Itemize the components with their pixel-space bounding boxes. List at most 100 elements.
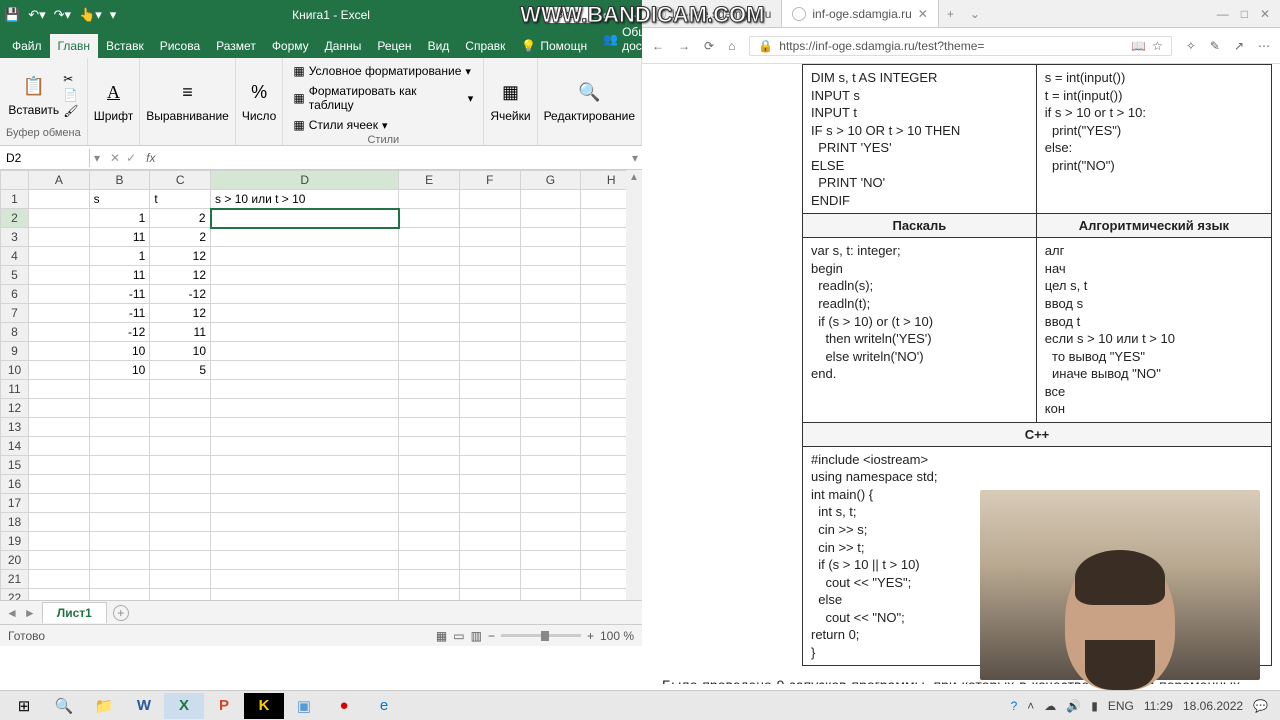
cell-E14[interactable] [399,437,460,456]
sheet-nav-prev-icon[interactable]: ◄ [6,606,18,620]
cell-A4[interactable] [29,247,90,266]
cell-B19[interactable] [89,532,150,551]
explorer-icon[interactable]: 📁 [84,693,124,719]
app-icon[interactable]: ▣ [284,693,324,719]
cell-G3[interactable] [520,228,581,247]
row-header[interactable]: 20 [1,551,29,570]
sheet-tab[interactable]: Лист1 [42,602,107,623]
cell-D2[interactable] [211,209,399,228]
cell-C2[interactable]: 2 [150,209,211,228]
cells-button[interactable]: ▦Ячейки [490,79,530,123]
align-button[interactable]: ≡Выравнивание [146,79,229,123]
cell-B4[interactable]: 1 [89,247,150,266]
excel-icon[interactable]: X [164,693,204,719]
row-header[interactable]: 8 [1,323,29,342]
search-button[interactable]: 🔍 [44,693,84,719]
notes-icon[interactable]: ✎ [1210,39,1220,53]
cell-D3[interactable] [211,228,399,247]
cell-E22[interactable] [399,589,460,601]
cell-G18[interactable] [520,513,581,532]
cell-E20[interactable] [399,551,460,570]
cell-D9[interactable] [211,342,399,361]
row-header[interactable]: 6 [1,285,29,304]
start-button[interactable]: ⊞ [4,693,44,719]
close-tab-icon[interactable]: ✕ [918,7,928,21]
cell-C5[interactable]: 12 [150,266,211,285]
cell-A7[interactable] [29,304,90,323]
row-header[interactable]: 17 [1,494,29,513]
new-tab-icon[interactable]: + [939,7,962,21]
edge-icon[interactable]: e [364,693,404,719]
cell-E16[interactable] [399,475,460,494]
cell-D21[interactable] [211,570,399,589]
cell-F22[interactable] [459,589,520,601]
cell-D22[interactable] [211,589,399,601]
view-layout-icon[interactable]: ▭ [453,629,464,643]
cell-A21[interactable] [29,570,90,589]
col-header-G[interactable]: G [520,171,581,190]
cell-B1[interactable]: s [89,190,150,209]
help-tray-icon[interactable]: ? [1011,699,1018,713]
row-header[interactable]: 4 [1,247,29,266]
cell-F5[interactable] [459,266,520,285]
row-header[interactable]: 5 [1,266,29,285]
cell-C21[interactable] [150,570,211,589]
cell-E17[interactable] [399,494,460,513]
cell-B2[interactable]: 1 [89,209,150,228]
clock-date[interactable]: 18.06.2022 [1183,699,1243,713]
cell-B5[interactable]: 11 [89,266,150,285]
cell-D20[interactable] [211,551,399,570]
cell-B8[interactable]: -12 [89,323,150,342]
cell-F2[interactable] [459,209,520,228]
cell-A1[interactable] [29,190,90,209]
row-header[interactable]: 11 [1,380,29,399]
cell-F12[interactable] [459,399,520,418]
tab-layout[interactable]: Размет [208,34,264,58]
tell-me-button[interactable]: 💡Помощн [513,34,595,58]
cell-C20[interactable] [150,551,211,570]
cell-F20[interactable] [459,551,520,570]
cell-E1[interactable] [399,190,460,209]
row-header[interactable]: 3 [1,228,29,247]
cell-E18[interactable] [399,513,460,532]
cell-F8[interactable] [459,323,520,342]
cell-E10[interactable] [399,361,460,380]
cell-styles-button[interactable]: ▦Стили ячеек ▾ [289,116,391,134]
cell-B6[interactable]: -11 [89,285,150,304]
cell-G13[interactable] [520,418,581,437]
cell-E3[interactable] [399,228,460,247]
cell-A19[interactable] [29,532,90,551]
cell-C17[interactable] [150,494,211,513]
cell-F21[interactable] [459,570,520,589]
spreadsheet-grid[interactable]: ABCDEFGH1sts > 10 или t > 10212311241125… [0,170,642,600]
forward-icon[interactable]: → [678,39,690,53]
namebox-dropdown-icon[interactable]: ▾ [90,151,104,165]
row-header[interactable]: 19 [1,532,29,551]
cell-C11[interactable] [150,380,211,399]
cell-G12[interactable] [520,399,581,418]
cell-C9[interactable]: 10 [150,342,211,361]
row-header[interactable]: 15 [1,456,29,475]
share-icon[interactable]: ↗ [1234,39,1244,53]
formula-bar[interactable] [160,149,628,167]
cell-F19[interactable] [459,532,520,551]
tab-file[interactable]: Файл [4,34,50,58]
zoom-in-icon[interactable]: + [587,629,594,643]
cell-D12[interactable] [211,399,399,418]
cell-E6[interactable] [399,285,460,304]
clock-time[interactable]: 11:29 [1144,699,1173,713]
cell-G21[interactable] [520,570,581,589]
cell-A15[interactable] [29,456,90,475]
cell-F7[interactable] [459,304,520,323]
cell-G8[interactable] [520,323,581,342]
row-header[interactable]: 18 [1,513,29,532]
zoom-out-icon[interactable]: − [488,629,495,643]
conditional-format-button[interactable]: ▦Условное форматирование ▾ [289,62,475,80]
back-icon[interactable]: ← [652,39,664,53]
cell-D5[interactable] [211,266,399,285]
cell-G14[interactable] [520,437,581,456]
cell-E12[interactable] [399,399,460,418]
cell-C3[interactable]: 2 [150,228,211,247]
address-bar[interactable]: 🔒 https://inf-oge.sdamgia.ru/test?theme=… [749,36,1172,56]
cell-B17[interactable] [89,494,150,513]
